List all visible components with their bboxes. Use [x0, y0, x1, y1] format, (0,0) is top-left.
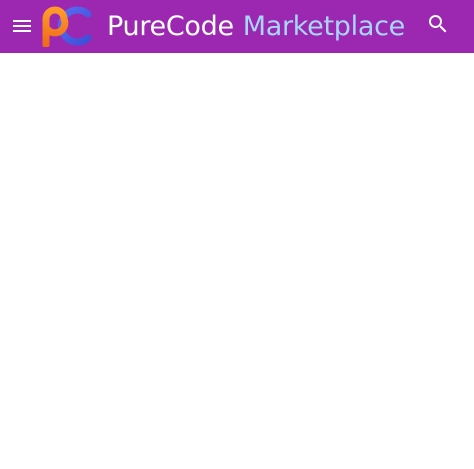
- purecode-logo[interactable]: [40, 5, 92, 49]
- main-content: [0, 53, 474, 469]
- brand-word-purecode: PureCode: [107, 11, 234, 42]
- menu-button[interactable]: [10, 14, 34, 38]
- brand-word-marketplace: Marketplace: [242, 11, 405, 42]
- hamburger-menu-icon: [13, 20, 31, 32]
- app-bar: PureCode Marketplace: [0, 0, 474, 53]
- search-icon: [429, 15, 447, 33]
- brand-title[interactable]: PureCode Marketplace: [107, 7, 405, 47]
- search-button[interactable]: [426, 12, 450, 36]
